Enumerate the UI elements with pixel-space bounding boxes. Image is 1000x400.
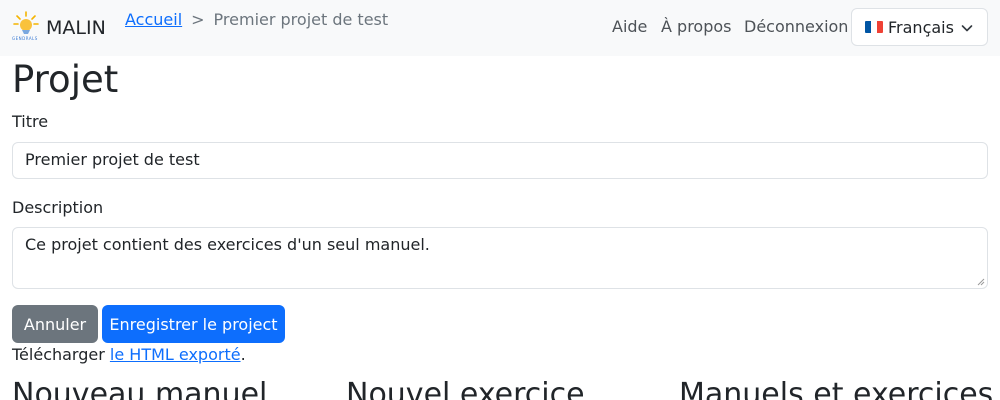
french-flag-icon — [865, 21, 883, 33]
download-suffix: . — [240, 345, 246, 364]
title-label: Titre — [12, 112, 49, 131]
language-select[interactable]: Français — [851, 8, 988, 46]
save-button[interactable]: Enregistrer le project — [102, 305, 285, 343]
section-textbooks-and-exercises: Manuels et exercices — [679, 377, 994, 400]
sun-logo-icon: GENDRALS — [12, 10, 40, 46]
language-value: Français — [888, 17, 954, 37]
breadcrumb-separator: > — [191, 10, 205, 29]
cancel-button[interactable]: Annuler — [12, 305, 98, 343]
brand-name[interactable]: MALIN — [46, 17, 106, 39]
resize-grip-icon[interactable] — [977, 278, 985, 286]
section-new-textbook: Nouveau manuel — [12, 377, 268, 400]
export-html-link[interactable]: le HTML exporté — [110, 345, 241, 364]
description-label: Description — [12, 198, 104, 217]
chevron-down-icon — [961, 25, 973, 32]
nav-link-help[interactable]: Aide — [612, 17, 647, 36]
logo-text: GENDRALS — [12, 36, 38, 41]
breadcrumb-home-link[interactable]: Accueil — [125, 10, 182, 29]
nav-link-about[interactable]: À propos — [661, 17, 731, 36]
breadcrumb-current: Premier projet de test — [213, 10, 389, 29]
section-new-exercise: Nouvel exercice — [346, 377, 585, 400]
description-textarea[interactable]: Ce projet contient des exercices d'un se… — [12, 227, 988, 289]
download-prefix: Télécharger — [12, 345, 105, 364]
top-navbar: GENDRALS MALIN Accueil > Premier projet … — [0, 0, 1000, 56]
page-title: Projet — [12, 58, 119, 101]
breadcrumb: Accueil > Premier projet de test — [125, 10, 388, 29]
description-value: Ce projet contient des exercices d'un se… — [25, 235, 430, 254]
nav-link-logout[interactable]: Déconnexion — [744, 17, 848, 36]
download-line: Télécharger le HTML exporté. — [12, 345, 246, 364]
title-input[interactable]: Premier projet de test — [12, 142, 988, 179]
brand[interactable]: GENDRALS MALIN — [12, 10, 106, 46]
